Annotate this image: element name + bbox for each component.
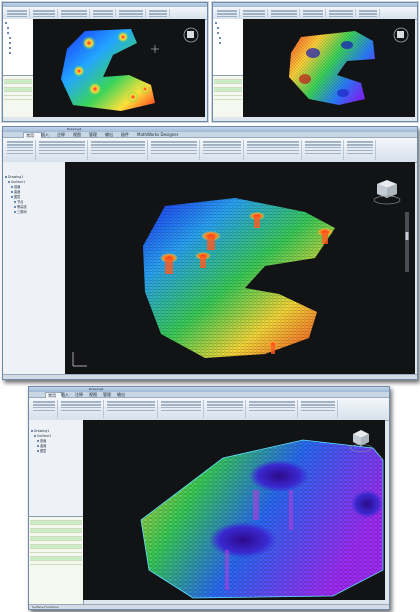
window-top-right <box>212 2 418 122</box>
viewcube-icon[interactable] <box>373 180 401 205</box>
viewcube-icon[interactable] <box>393 27 409 43</box>
model-viewport[interactable] <box>83 420 385 600</box>
tab-output[interactable]: 输出 <box>115 392 131 397</box>
tab-plugins[interactable]: 插件 <box>119 132 136 137</box>
ribbon-group-clipboard[interactable] <box>345 140 376 160</box>
tree-item-surface[interactable]: Surface1 <box>8 180 25 184</box>
tab-manage[interactable]: 管理 <box>87 132 104 137</box>
tree-root[interactable]: Drawing1 <box>31 429 49 433</box>
tree-item-2[interactable]: 曲面 <box>11 190 20 194</box>
ribbon-group-modify[interactable] <box>37 140 88 160</box>
properties-panel[interactable] <box>3 75 33 117</box>
properties-panel[interactable] <box>29 516 83 605</box>
tree-item-3[interactable]: 图层 <box>11 195 20 199</box>
ribbon-group-utilities[interactable] <box>303 140 344 160</box>
ribbon <box>29 398 389 421</box>
tab-insert[interactable]: 插入 <box>39 132 56 137</box>
tree-item-5[interactable]: 等高线 <box>14 205 27 209</box>
toolspace-panel[interactable]: Drawing1 Surface1 剖面 曲面 图层 <box>29 420 84 605</box>
app-title: Drawing1 <box>89 387 104 391</box>
tree-item-6[interactable]: 三角网 <box>14 210 27 214</box>
model-viewport[interactable] <box>33 19 205 117</box>
model-viewport[interactable] <box>243 19 415 117</box>
status-bar <box>3 374 417 379</box>
toolspace-panel[interactable] <box>213 19 244 117</box>
window-top-left <box>2 2 208 122</box>
toolspace-panel[interactable] <box>3 19 34 117</box>
tree-item-1[interactable]: 剖面 <box>11 185 20 189</box>
tree-root[interactable]: Drawing1 <box>5 175 23 179</box>
tree-item-surface[interactable]: Surface1 <box>34 434 51 438</box>
ribbon-group-draw[interactable] <box>5 140 36 160</box>
ucs-axis-icon <box>72 352 87 367</box>
tree-item-2[interactable]: 曲面 <box>37 444 46 448</box>
viewcube-icon[interactable] <box>183 27 199 43</box>
model-viewport[interactable] <box>65 162 415 375</box>
tab-output[interactable]: 输出 <box>103 132 120 137</box>
ribbon-group-block[interactable] <box>201 140 244 160</box>
tab-mathworks[interactable]: MathWorks Designer <box>135 132 185 137</box>
status-bar: Surface Functions <box>29 604 389 609</box>
app-title: Drawing1 <box>67 127 82 131</box>
tree-item-4[interactable]: 节点 <box>14 200 23 204</box>
window-middle: Drawing1 常用 插入 注释 视图 管理 输出 插件 MathWorks … <box>2 126 418 380</box>
ribbon <box>3 138 417 163</box>
ribbon-group-annotation[interactable] <box>149 140 200 160</box>
toolspace-panel[interactable]: Drawing1 Surface1 剖面 曲面 图层 节点 等高线 三角网 <box>3 162 66 374</box>
tree-item-3[interactable]: 图层 <box>37 449 46 453</box>
ribbon-group-properties[interactable] <box>245 140 302 160</box>
navigation-wheel-icon[interactable] <box>405 212 409 272</box>
properties-panel[interactable] <box>213 75 243 117</box>
tab-annotate[interactable]: 注释 <box>55 132 72 137</box>
window-bottom: Drawing1 常用 插入 注释 视图 管理 输出 Drawing1 Surf… <box>28 386 390 610</box>
tree-item-1[interactable]: 剖面 <box>37 439 46 443</box>
tab-view[interactable]: 视图 <box>71 132 88 137</box>
ribbon-group-layers[interactable] <box>89 140 148 160</box>
